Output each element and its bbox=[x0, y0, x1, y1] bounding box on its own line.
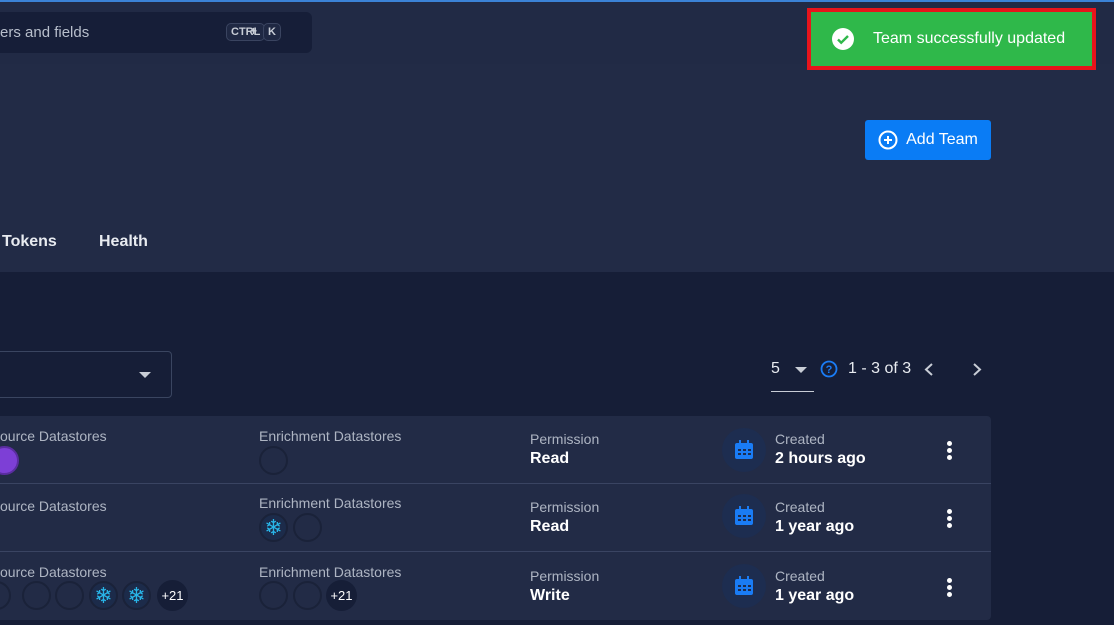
success-toast: Team successfully updated bbox=[807, 8, 1096, 70]
permission-label: Permission bbox=[530, 568, 600, 584]
more-datastores-badge[interactable]: +21 bbox=[157, 580, 188, 611]
search-placeholder: ers and fields bbox=[0, 24, 90, 41]
enrichment-label: Enrichment Datastores bbox=[259, 564, 402, 580]
datastore-icon bbox=[22, 581, 51, 610]
more-options-icon[interactable] bbox=[947, 509, 953, 530]
prev-page-icon[interactable] bbox=[923, 362, 935, 377]
enrichment-label: Enrichment Datastores bbox=[259, 495, 402, 511]
source-label: ource Datastores bbox=[0, 428, 107, 444]
toast-message: Team successfully updated bbox=[873, 30, 1066, 47]
shortcut-plus: + bbox=[250, 24, 258, 38]
more-options-icon[interactable] bbox=[947, 578, 953, 599]
snowflake-icon: ❄ bbox=[259, 513, 288, 542]
snowflake-icon: ❄ bbox=[122, 581, 151, 610]
permission-value: Read bbox=[530, 450, 570, 467]
table-row[interactable]: ource Datastores ❄ ❄ +21 Enrichment Data… bbox=[0, 552, 991, 620]
source-label: ource Datastores bbox=[0, 564, 107, 580]
tab-tokens[interactable]: Tokens bbox=[2, 233, 57, 251]
add-team-label: Add Team bbox=[906, 131, 978, 148]
calendar-icon bbox=[722, 494, 766, 538]
shortcut-ctrl-key: CTRL bbox=[226, 23, 266, 41]
enrichment-label: Enrichment Datastores bbox=[259, 428, 402, 444]
svg-text:?: ? bbox=[826, 364, 833, 376]
datastore-icon bbox=[259, 446, 288, 475]
datastore-icon bbox=[55, 581, 84, 610]
datastore-icon bbox=[0, 446, 19, 475]
snowflake-icon: ❄ bbox=[89, 581, 118, 610]
filter-select[interactable] bbox=[0, 351, 172, 398]
chevron-down-icon bbox=[139, 372, 151, 378]
datastore-icon bbox=[0, 581, 11, 610]
permission-value: Read bbox=[530, 518, 570, 535]
help-icon[interactable]: ? bbox=[820, 360, 838, 378]
more-options-icon[interactable] bbox=[947, 441, 953, 462]
more-datastores-badge[interactable]: +21 bbox=[326, 580, 357, 611]
check-circle-icon bbox=[832, 28, 854, 50]
created-label: Created bbox=[775, 568, 825, 584]
datastore-icon bbox=[293, 581, 322, 610]
per-page-caret-icon bbox=[795, 367, 807, 373]
shortcut-k-key: K bbox=[263, 23, 281, 41]
per-page-select[interactable]: 5 bbox=[771, 360, 780, 378]
created-value: 1 year ago bbox=[775, 518, 855, 535]
permission-label: Permission bbox=[530, 431, 600, 447]
page-range: 1 - 3 of 3 bbox=[848, 360, 912, 377]
created-label: Created bbox=[775, 431, 825, 447]
created-value: 1 year ago bbox=[775, 587, 855, 604]
page-header: Add Team Tokens Health bbox=[0, 64, 1114, 272]
tab-health[interactable]: Health bbox=[99, 233, 148, 251]
created-value: 2 hours ago bbox=[775, 450, 866, 467]
permission-label: Permission bbox=[530, 499, 600, 515]
datastore-icon bbox=[259, 581, 288, 610]
plus-circle-icon bbox=[878, 130, 898, 150]
created-label: Created bbox=[775, 499, 825, 515]
next-page-icon[interactable] bbox=[971, 362, 983, 377]
table-row[interactable]: ource Datastores Enrichment Datastores P… bbox=[0, 416, 991, 484]
search-input[interactable]: ers and fields CTRL + K bbox=[0, 12, 312, 53]
calendar-icon bbox=[722, 428, 766, 472]
per-page-underline bbox=[771, 391, 814, 392]
add-team-button[interactable]: Add Team bbox=[865, 120, 991, 160]
datastore-icon bbox=[293, 513, 322, 542]
source-label: ource Datastores bbox=[0, 498, 107, 514]
permission-value: Write bbox=[530, 587, 570, 604]
calendar-icon bbox=[722, 564, 766, 608]
teams-list: ource Datastores Enrichment Datastores P… bbox=[0, 416, 991, 620]
table-row[interactable]: ource Datastores Enrichment Datastores ❄… bbox=[0, 484, 991, 552]
